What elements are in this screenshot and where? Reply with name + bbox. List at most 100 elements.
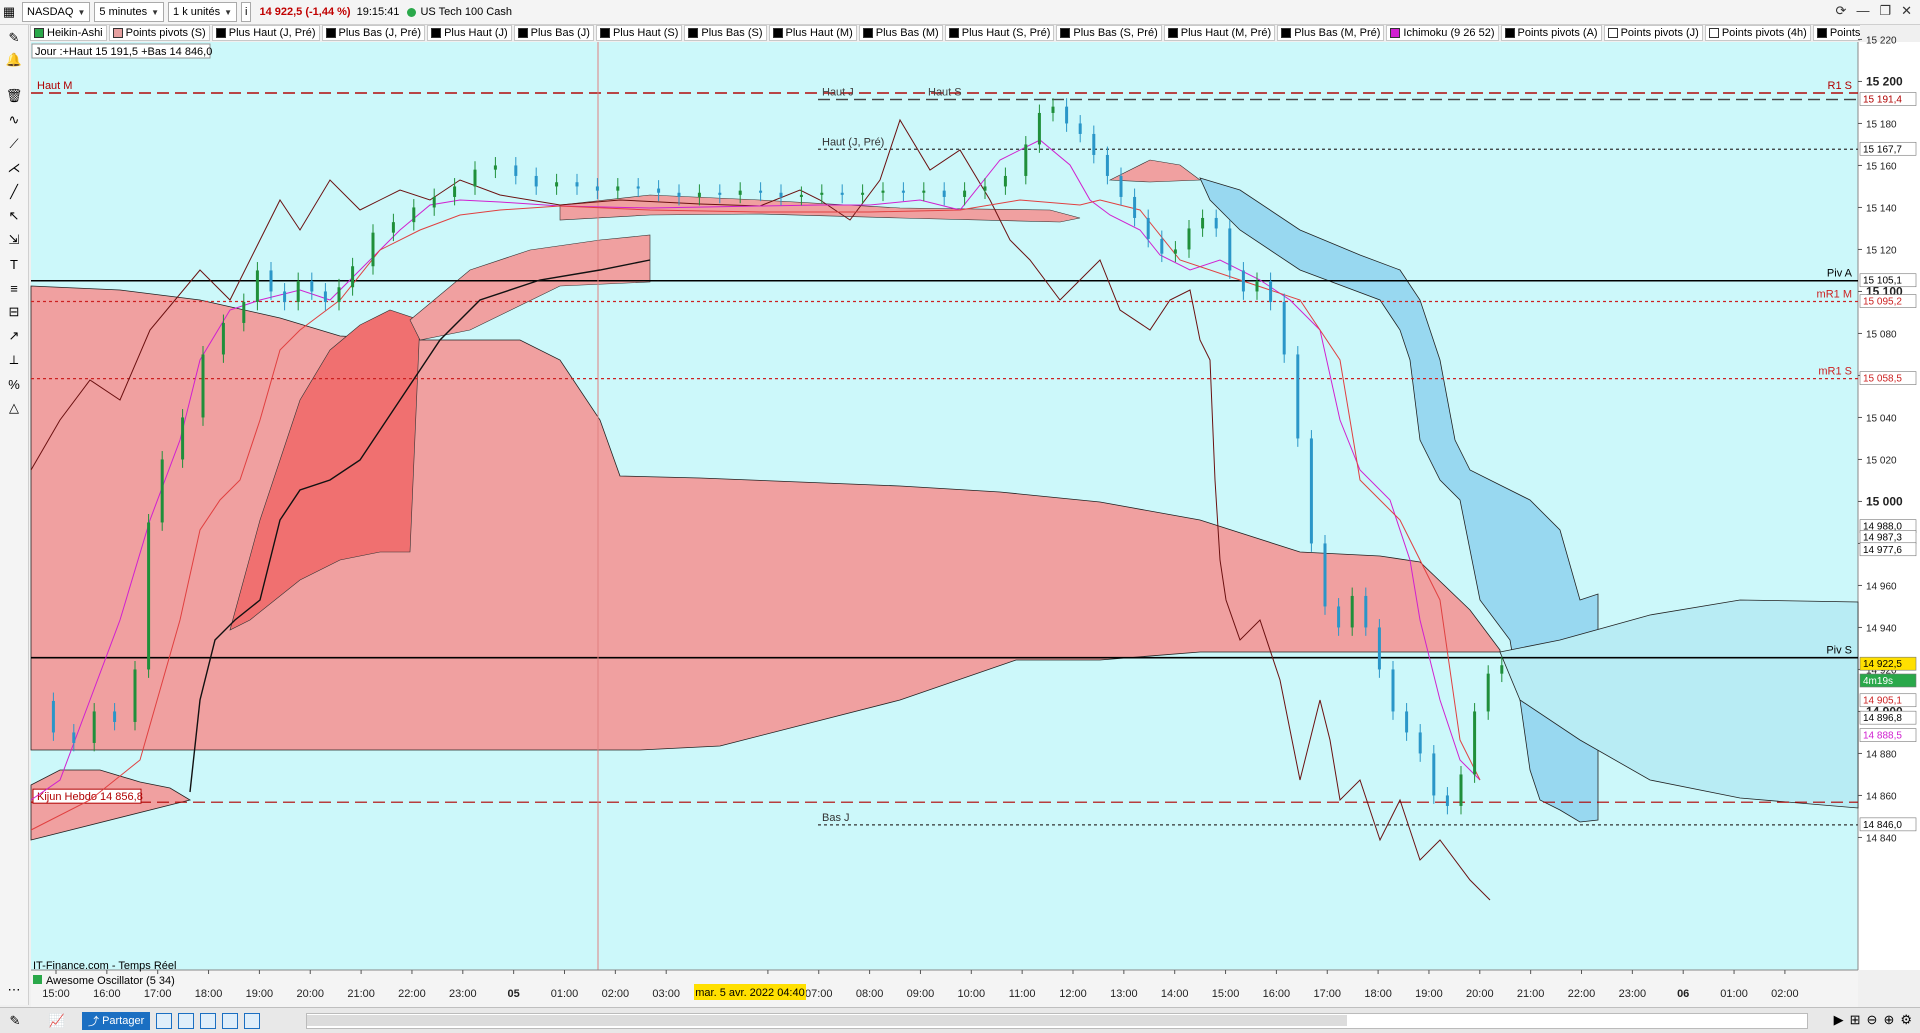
x-tick-label: 18:00 [1364,988,1392,1000]
scrollbar-thumb[interactable] [307,1015,1347,1026]
candle-body [922,190,926,193]
candle-body [1282,301,1286,355]
candle-body [1364,595,1368,628]
candle-body [473,169,477,187]
windows-icon[interactable] [222,1012,239,1029]
candle-body [1119,175,1123,197]
candle-body [677,192,681,197]
x-tick-label: 18:00 [195,988,223,1000]
y-tick-label: 15 120 [1866,245,1897,256]
x-tick-label: 11:00 [1009,988,1036,1000]
y-tick-label: 14 880 [1866,749,1897,760]
candle-body [1296,354,1300,439]
zoom-controls: ▶ ⊞ ⊖ ⊕ ⚙ [1834,1012,1912,1028]
x-tick-label: 17:00 [144,988,172,1000]
share-button[interactable]: ⤴ Partager [82,1011,151,1030]
x-tick-label: 15:00 [1212,988,1240,1000]
chart-type-icon[interactable]: 📈 [48,1012,66,1030]
candle-body [201,354,205,418]
candle-body [942,190,946,197]
candle-body [1486,673,1490,712]
candle-body [255,270,259,302]
y-tick-label: 14 940 [1866,623,1897,634]
candle-body [697,192,701,197]
zoom-out-icon[interactable]: ⊖ [1867,1012,1878,1028]
price-axis-label: 14 888,5 [1863,731,1902,742]
candle-body [575,182,579,187]
candle-body [963,190,967,197]
x-tick-label: 20:00 [1466,988,1494,1000]
comment-icon[interactable] [156,1012,173,1029]
candle-body [242,301,246,323]
candle-body [453,186,457,197]
candle-body [1133,196,1137,218]
candle-body [283,291,287,302]
x-tick-label: 16:00 [1263,988,1291,1000]
y-tick-label: 14 960 [1866,581,1897,592]
candle-body [1309,438,1313,544]
candle-body [1337,606,1341,628]
candle-body [901,190,905,193]
x-tick-label: 05 [508,988,520,1000]
zoom-in-icon[interactable]: ⊕ [1883,1012,1894,1028]
y-tick-label: 15 140 [1866,203,1897,214]
x-tick-label: 01:00 [1720,988,1748,1000]
y-tick-label: 15 000 [1866,494,1903,508]
x-tick-label: 19:00 [246,988,274,1000]
x-tick-label: 03:00 [652,988,680,1000]
candle-body [1173,249,1177,254]
candle-body [412,207,416,223]
candle-body [1391,669,1395,712]
candle-body [1500,665,1504,674]
candle-body [1146,217,1150,239]
candle-body [1092,133,1096,155]
x-tick-label: 19:00 [1415,988,1443,1000]
candle-body [1241,270,1245,292]
time-scrollbar[interactable] [306,1013,1808,1029]
x-tick-label: 02:00 [602,988,630,1000]
y-tick-label: 15 220 [1866,35,1897,46]
zoom-fit-icon[interactable]: ⊞ [1850,1012,1861,1028]
candle-body [371,232,375,267]
candle-body [1432,753,1436,796]
x-tick-label: 01:00 [551,988,579,1000]
level-label: mR1 S [1818,366,1852,378]
candle-body [738,190,742,195]
x-tick-label: 13:00 [1110,988,1138,1000]
candle-body [1473,711,1477,775]
level-label: Kijun Hebdo 14 856,8 [37,791,143,803]
price-axis-label: 15 095,2 [1863,297,1902,308]
candle-body [147,522,151,670]
candle-body [1459,774,1463,806]
scroll-right-icon[interactable]: ▶ [1834,1012,1844,1028]
candle-body [534,175,538,187]
y-tick-label: 15 200 [1866,74,1903,88]
layout-icon[interactable] [244,1012,261,1029]
draw-icon[interactable]: ✎ [6,1012,24,1030]
candle-body [432,196,436,208]
price-axis-label: 15 191,4 [1863,95,1902,106]
candle-body [595,186,599,191]
candle-body [1003,175,1007,187]
price-chart[interactable]: R1 S Haut M Haut J Haut S Haut (J, Pré) Piv A… [0,0,1920,1007]
export-icon[interactable] [200,1012,217,1029]
level-label: R1 S [1828,80,1852,92]
candle-body [759,190,763,193]
settings-icon[interactable]: ⚙ [1900,1012,1912,1028]
price-axis-label: 14 987,3 [1863,533,1902,544]
candle-body [310,280,314,292]
level-label: Haut (J, Pré) [822,136,884,148]
y-tick-label: 15 080 [1866,329,1897,340]
price-axis-label: 15 058,5 [1863,374,1902,385]
x-tick-label: 14:00 [1161,988,1189,1000]
x-tick-label: 23:00 [449,988,477,1000]
x-tick-label: 22:00 [1568,988,1596,1000]
candle-body [51,700,55,733]
spreadsheet-icon[interactable] [178,1012,195,1029]
data-source-label: IT-Finance.com - Temps Réel [33,960,176,972]
level-label: Haut M [37,80,72,92]
y-tick-label: 14 840 [1866,833,1897,844]
level-label: Haut S [928,87,962,99]
candle-body [160,459,164,523]
candle-body [616,186,620,191]
